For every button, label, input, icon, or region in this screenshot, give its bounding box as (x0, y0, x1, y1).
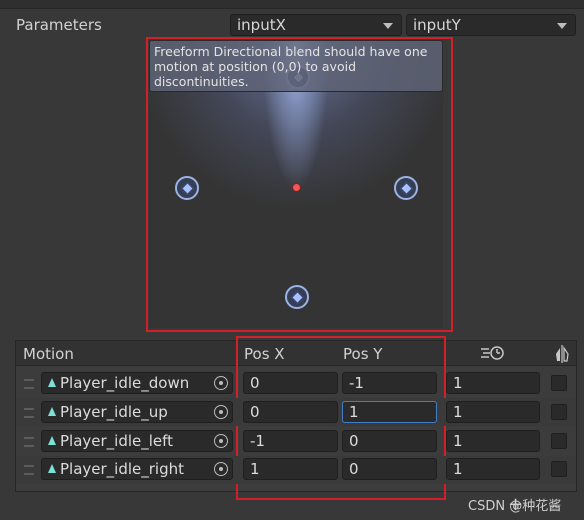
header-motion: Motion (23, 345, 74, 363)
motion-name: Player_idle_down (60, 374, 190, 392)
pos-y-field[interactable]: 1 (342, 401, 437, 423)
object-picker-icon[interactable] (214, 405, 228, 419)
param-y-dropdown[interactable]: inputY (406, 14, 576, 36)
speed-field[interactable]: 1 (446, 430, 540, 452)
pos-x-field[interactable]: 0 (243, 401, 338, 423)
watermark-text: CSDN @种花酱 (468, 499, 562, 514)
time-scale-icon (480, 345, 506, 365)
object-picker-icon[interactable] (214, 376, 228, 390)
pos-y-field[interactable]: -1 (342, 372, 437, 394)
parameters-label: Parameters (16, 16, 102, 34)
speed-field[interactable]: 1 (446, 458, 540, 480)
pos-x-field[interactable]: 0 (243, 372, 338, 394)
highlight-box-graph (146, 37, 453, 332)
animation-clip-icon (48, 464, 56, 473)
mirror-checkbox[interactable] (551, 404, 567, 420)
pos-x-field[interactable]: 1 (243, 458, 338, 480)
drag-handle-icon[interactable] (24, 408, 34, 418)
pos-x-field[interactable]: -1 (243, 430, 338, 452)
param-x-value: inputX (237, 16, 286, 34)
motion-field[interactable]: Player_idle_down (41, 372, 233, 394)
mirror-checkbox[interactable] (551, 375, 567, 391)
motion-name: Player_idle_right (60, 460, 185, 478)
mirror-icon (554, 345, 570, 367)
drag-handle-icon[interactable] (24, 379, 34, 389)
object-picker-icon[interactable] (214, 462, 228, 476)
param-y-value: inputY (413, 16, 461, 34)
chevron-down-icon (383, 23, 393, 29)
pos-y-field[interactable]: 0 (342, 430, 437, 452)
motion-field[interactable]: Player_idle_right (41, 458, 233, 480)
mirror-checkbox[interactable] (551, 433, 567, 449)
animation-clip-icon (48, 378, 56, 387)
motion-field[interactable]: Player_idle_up (41, 401, 233, 423)
animation-clip-icon (48, 407, 56, 416)
speed-field[interactable]: 1 (446, 372, 540, 394)
drag-handle-icon[interactable] (24, 465, 34, 475)
motion-name: Player_idle_up (60, 403, 168, 421)
top-divider (0, 0, 584, 9)
motion-name: Player_idle_left (60, 432, 174, 450)
mirror-checkbox[interactable] (551, 461, 567, 477)
pos-y-field[interactable]: 0 (342, 458, 437, 480)
speed-field[interactable]: 1 (446, 401, 540, 423)
motion-field[interactable]: Player_idle_left (41, 430, 233, 452)
drag-handle-icon[interactable] (24, 437, 34, 447)
param-x-dropdown[interactable]: inputX (230, 14, 402, 36)
object-picker-icon[interactable] (214, 434, 228, 448)
animation-clip-icon (48, 436, 56, 445)
chevron-down-icon (557, 23, 567, 29)
